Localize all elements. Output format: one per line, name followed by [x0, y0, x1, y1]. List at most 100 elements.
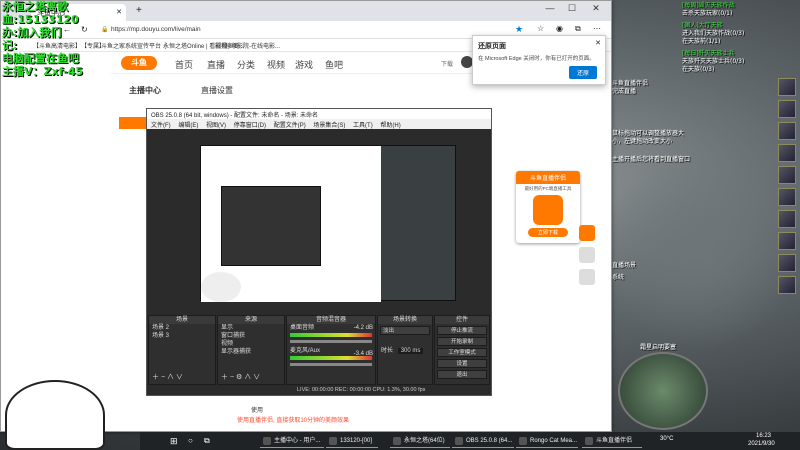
- float-qr-icon[interactable]: [579, 247, 595, 263]
- sources-dock: 来源 显示 窗口捕获 视频 显示器捕获 ＋ − ⚙ ∧ ∨: [217, 315, 285, 385]
- extensions-icon[interactable]: ⧉: [575, 24, 581, 34]
- taskbar-item[interactable]: 斗鱼直播伴侣: [582, 434, 642, 448]
- douyu-header: 斗鱼 首页 直播 分类 视频 游戏 鱼吧 下载: [111, 52, 511, 74]
- scene-item[interactable]: 场景 3: [149, 332, 215, 340]
- skill-icon[interactable]: [778, 166, 796, 184]
- skill-icon[interactable]: [778, 254, 796, 272]
- skill-icon[interactable]: [778, 100, 796, 118]
- weather-temp[interactable]: 30°C: [660, 436, 673, 442]
- overlay-line: 记:: [2, 39, 18, 52]
- search-icon[interactable]: ○: [188, 436, 193, 445]
- nav-yuba[interactable]: 鱼吧: [325, 58, 343, 71]
- douyu-logo[interactable]: 斗鱼: [121, 56, 157, 70]
- float-clock-icon[interactable]: [579, 225, 595, 241]
- popup-body: 在 Microsoft Edge 关闭时，你有已打开的页面。: [478, 56, 595, 62]
- controls-dock-title: 控件: [435, 316, 489, 324]
- restore-button[interactable]: 还原: [568, 66, 597, 79]
- minimap[interactable]: [618, 352, 708, 430]
- taskbar-item[interactable]: 永恒之塔(64位): [390, 434, 450, 448]
- obs-menu-bar: 文件(F) 编辑(E) 视图(V) 停靠窗口(D) 配置文件(P) 场景集合(S…: [147, 119, 491, 129]
- mixer-volume-slider[interactable]: [290, 340, 372, 343]
- more-icon[interactable]: ⋯: [593, 24, 601, 33]
- overlay-line: 电脑配置在鱼吧: [2, 52, 79, 65]
- scene-controls[interactable]: ＋ − ∧ ∨: [149, 374, 183, 382]
- skill-icon[interactable]: [778, 210, 796, 228]
- maximize-button[interactable]: ☐: [563, 3, 581, 17]
- audio-mixer-dock: 音频混音器 桌面音频 -4.2 dB 麦克风/Aux -3.4 dB: [286, 315, 376, 385]
- sidebar-title: 主播中心: [129, 86, 161, 95]
- scene-item[interactable]: 场景 2: [149, 324, 215, 332]
- obs-title-bar: OBS 25.0.8 (64 bit, windows) - 配置文件: 未命名…: [147, 109, 491, 119]
- obs-window: OBS 25.0.8 (64 bit, windows) - 配置文件: 未命名…: [146, 108, 492, 396]
- taskbar-item[interactable]: OBS 25.0.8 (64...: [452, 434, 514, 448]
- hint-line: 完成直播: [612, 88, 637, 95]
- quest-line: 在天族前(1/1): [682, 38, 721, 45]
- overlay-line: 血:15133120: [2, 13, 79, 26]
- hint-line: 斗鱼直播伴侣: [612, 80, 649, 87]
- overlay-line: 永恒之塔离歌: [2, 0, 68, 13]
- close-icon[interactable]: ✕: [595, 39, 601, 47]
- nav-game[interactable]: 游戏: [295, 58, 313, 71]
- windows-start-icon[interactable]: ⊞: [170, 436, 178, 447]
- obs-preview-canvas[interactable]: [200, 145, 456, 302]
- taskbar-item[interactable]: 主播中心 - 用户...: [260, 434, 324, 448]
- controls-dock: 控件 停止推流 开始录制 工作室模式 设置 退出: [434, 315, 490, 385]
- collections-icon[interactable]: ☆: [537, 24, 544, 33]
- source-item[interactable]: 显示: [218, 324, 284, 332]
- nav-home[interactable]: 首页: [175, 58, 193, 71]
- hint-line: 主播开播后您将看到直播窗口: [612, 156, 691, 163]
- start-recording-button[interactable]: 开始录制: [437, 337, 487, 346]
- transition-select[interactable]: 淡出: [380, 326, 430, 335]
- favorite-star-icon[interactable]: ★: [515, 24, 523, 35]
- skill-icon[interactable]: [778, 232, 796, 250]
- hint-line: 直播场景: [612, 262, 637, 269]
- minimap-label: 霜星启明要塞: [640, 344, 677, 351]
- float-help-icon[interactable]: [579, 269, 595, 285]
- studio-mode-button[interactable]: 工作室模式: [437, 348, 487, 357]
- source-controls[interactable]: ＋ − ⚙ ∧ ∨: [218, 374, 260, 382]
- minimize-button[interactable]: —: [541, 3, 559, 17]
- skill-icon[interactable]: [778, 78, 796, 96]
- url-field[interactable]: https://mp.douyu.com/live/main: [111, 26, 201, 33]
- duration-label-text: 时长: [381, 348, 394, 354]
- source-item[interactable]: 窗口捕获: [218, 332, 284, 340]
- promo-download-button[interactable]: 立即下载: [528, 228, 568, 237]
- mixer-volume-slider[interactable]: [290, 363, 372, 366]
- quest-line: 击杀天族玩家(0/1): [682, 10, 733, 17]
- restore-pages-popup: 还原页面 在 Microsoft Edge 关闭时，你有已打开的页面。 还原 ✕: [472, 35, 606, 85]
- profile-icon[interactable]: ◉: [556, 24, 563, 33]
- exit-button[interactable]: 退出: [437, 370, 487, 379]
- skill-icon[interactable]: [778, 144, 796, 162]
- nav-video[interactable]: 视频: [267, 58, 285, 71]
- taskbar-item[interactable]: Rongo Cat Mea...: [516, 434, 578, 448]
- hint-line: 鼠标拖动可以调整播放器大小，左键拖动改变大小: [612, 130, 685, 145]
- skill-icon[interactable]: [778, 122, 796, 140]
- mixer-dock-title: 音频混音器: [287, 316, 375, 324]
- source-item[interactable]: 视频: [218, 340, 284, 348]
- duration-input[interactable]: 300 ms: [397, 348, 424, 354]
- stop-streaming-button[interactable]: 停止推流: [437, 326, 487, 335]
- bookmark-item[interactable]: 斗鱼影院-在线电影...: [225, 41, 280, 50]
- hint-line: 系统: [612, 274, 625, 281]
- taskbar-item[interactable]: 133120-[00]: [326, 434, 378, 448]
- nav-category[interactable]: 分类: [237, 58, 255, 71]
- clock-date[interactable]: 2021/9/30: [748, 441, 775, 447]
- promo-logo: [533, 195, 563, 225]
- mixer-channel-db: -4.2 dB: [353, 325, 373, 331]
- skill-bar: [778, 78, 798, 298]
- mixer-channel-db: -3.4 dB: [353, 351, 373, 357]
- skill-icon[interactable]: [778, 276, 796, 294]
- quest-line: 进入我们天族作战(0/3): [682, 30, 745, 37]
- new-tab-button[interactable]: +: [136, 5, 142, 16]
- windows-taskbar: ⊞ ○ ⧉ 主播中心 - 用户... 133120-[00] 永恒之塔(64位)…: [140, 432, 800, 450]
- nav-live[interactable]: 直播: [207, 58, 225, 71]
- skill-icon[interactable]: [778, 188, 796, 206]
- task-view-icon[interactable]: ⧉: [204, 436, 210, 446]
- source-item[interactable]: 显示器捕获: [218, 348, 284, 356]
- download-link[interactable]: 下载: [441, 59, 453, 68]
- douyu-promo-card[interactable]: 斗鱼直播伴侣 最好用的PC端直播工具 立即下载: [516, 171, 580, 243]
- close-window-button[interactable]: ✕: [587, 3, 605, 17]
- obs-status-bar: LIVE: 00:00:00 REC: 00:00:00 CPU: 1.3%, …: [147, 385, 491, 395]
- clock-time[interactable]: 16:23: [756, 433, 771, 439]
- settings-button[interactable]: 设置: [437, 359, 487, 368]
